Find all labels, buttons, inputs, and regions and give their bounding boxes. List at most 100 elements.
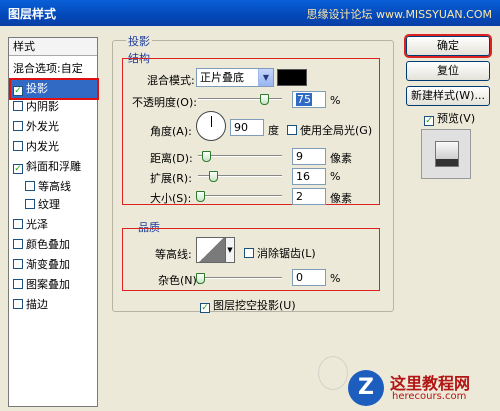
style-item-bevel-emboss[interactable]: ✓ 斜面和浮雕: [11, 158, 97, 176]
style-item-pattern-overlay[interactable]: 图案叠加: [11, 276, 97, 294]
antialias-label: 消除锯齿(L): [257, 247, 316, 260]
opacity-unit: %: [330, 94, 341, 107]
knockout-checkbox[interactable]: ✓ 图层挖空投影(U): [200, 297, 296, 313]
preview-swatch: [435, 141, 459, 167]
spread-slider-thumb[interactable]: [209, 171, 218, 182]
angle-dial[interactable]: [196, 111, 226, 141]
opacity-value: 75: [296, 93, 312, 106]
style-item-stroke[interactable]: 描边: [11, 296, 97, 314]
style-item-label: 内发光: [26, 140, 59, 153]
title-bar: 图层样式 思缘设计论坛 www.MISSYUAN.COM: [0, 0, 500, 26]
chevron-down-icon[interactable]: ▼: [226, 237, 235, 263]
style-item-label: 等高线: [38, 180, 71, 193]
distance-label: 距离(D):: [150, 152, 193, 165]
window-title: 图层样式: [8, 7, 57, 21]
opacity-input[interactable]: 75: [292, 91, 326, 108]
logo-mark: Z: [348, 370, 384, 406]
style-item-label: 内阴影: [26, 100, 59, 113]
opacity-label: 不透明度(O):: [132, 96, 197, 109]
opacity-slider-thumb[interactable]: [260, 94, 269, 105]
blend-mode-label: 混合模式:: [147, 74, 195, 87]
style-item-gradient-overlay[interactable]: 渐变叠加: [11, 256, 97, 274]
chevron-down-icon[interactable]: ▼: [258, 69, 273, 86]
checkbox-icon[interactable]: [244, 248, 254, 258]
style-item-color-overlay[interactable]: 颜色叠加: [11, 236, 97, 254]
style-item-label: 图案叠加: [26, 278, 70, 291]
style-item-drop-shadow[interactable]: ✓ 投影: [9, 78, 99, 100]
checkbox-icon[interactable]: [25, 199, 35, 209]
contour-label: 等高线:: [155, 248, 192, 261]
style-item-inner-shadow[interactable]: 内阴影: [11, 98, 97, 116]
checkbox-icon[interactable]: ✓: [13, 86, 23, 96]
global-light-label: 使用全局光(G): [300, 124, 373, 137]
style-preview: [421, 129, 471, 179]
blend-options-item[interactable]: 混合选项:自定: [11, 60, 97, 78]
noise-slider[interactable]: [198, 277, 282, 279]
lock-watermark-icon: [318, 356, 348, 390]
style-item-label: 描边: [26, 298, 48, 311]
noise-unit: %: [330, 272, 341, 285]
checkbox-icon[interactable]: ✓: [13, 164, 23, 174]
spread-input[interactable]: 16: [292, 168, 326, 185]
antialias-checkbox[interactable]: 消除锯齿(L): [244, 245, 316, 261]
style-item-label: 渐变叠加: [26, 258, 70, 271]
styles-header: 样式: [9, 38, 97, 56]
preview-checkbox[interactable]: ✓ 预览(V): [424, 110, 475, 126]
contour-preview[interactable]: [196, 237, 226, 263]
checkbox-icon[interactable]: ✓: [424, 116, 434, 126]
style-item-texture[interactable]: 纹理: [11, 196, 97, 214]
noise-label: 杂色(N):: [158, 274, 201, 287]
checkbox-icon[interactable]: [287, 125, 297, 135]
opacity-slider[interactable]: [198, 98, 282, 100]
size-slider-thumb[interactable]: [196, 191, 205, 202]
checkbox-icon[interactable]: [13, 219, 23, 229]
distance-slider-thumb[interactable]: [202, 151, 211, 162]
style-item-label: 投影: [26, 82, 48, 95]
checkbox-icon[interactable]: [13, 239, 23, 249]
blend-mode-value: 正片叠底: [200, 71, 244, 84]
ok-button[interactable]: 确定: [404, 34, 492, 58]
checkbox-icon[interactable]: [13, 121, 23, 131]
noise-input[interactable]: 0: [292, 269, 326, 286]
spread-label: 扩展(R):: [150, 172, 192, 185]
drop-shadow-title: 投影: [126, 33, 152, 49]
size-unit: 像素: [330, 192, 352, 205]
size-input[interactable]: 2: [292, 188, 326, 205]
checkbox-icon[interactable]: [13, 299, 23, 309]
site-logo: Z 这里教程网 herecours.com: [348, 368, 498, 409]
size-slider[interactable]: [198, 195, 282, 197]
watermark-text: 思缘设计论坛 www.MISSYUAN.COM: [306, 8, 492, 21]
style-item-label: 颜色叠加: [26, 238, 70, 251]
layer-style-dialog: 图层样式 思缘设计论坛 www.MISSYUAN.COM 样式 混合选项:自定 …: [0, 0, 500, 411]
style-item-label: 外发光: [26, 120, 59, 133]
global-light-checkbox[interactable]: 使用全局光(G): [287, 122, 372, 138]
style-item-label: 光泽: [26, 218, 48, 231]
noise-slider-thumb[interactable]: [196, 273, 205, 284]
checkbox-icon[interactable]: [25, 181, 35, 191]
logo-text-en: herecours.com: [392, 391, 467, 402]
new-style-button[interactable]: 新建样式(W)...: [406, 86, 490, 106]
size-label: 大小(S):: [150, 192, 192, 205]
shadow-color-swatch[interactable]: [277, 69, 307, 86]
spread-unit: %: [330, 170, 341, 183]
checkbox-icon[interactable]: [13, 141, 23, 151]
angle-input[interactable]: 90: [230, 119, 264, 136]
distance-unit: 像素: [330, 152, 352, 165]
checkbox-icon[interactable]: [13, 279, 23, 289]
blend-mode-select[interactable]: 正片叠底 ▼: [196, 68, 274, 87]
checkbox-icon[interactable]: ✓: [200, 303, 210, 313]
style-item-satin[interactable]: 光泽: [11, 216, 97, 234]
angle-label: 角度(A):: [150, 125, 192, 138]
distance-input[interactable]: 9: [292, 148, 326, 165]
reset-button[interactable]: 复位: [406, 61, 490, 81]
knockout-label: 图层挖空投影(U): [213, 299, 296, 312]
angle-unit: 度: [268, 124, 279, 137]
style-item-inner-glow[interactable]: 内发光: [11, 138, 97, 156]
checkbox-icon[interactable]: [13, 101, 23, 111]
style-item-outer-glow[interactable]: 外发光: [11, 118, 97, 136]
style-item-label: 斜面和浮雕: [26, 160, 81, 173]
style-item-label: 纹理: [38, 198, 60, 211]
preview-label: 预览(V): [437, 112, 476, 125]
checkbox-icon[interactable]: [13, 259, 23, 269]
style-item-contour[interactable]: 等高线: [11, 178, 97, 196]
